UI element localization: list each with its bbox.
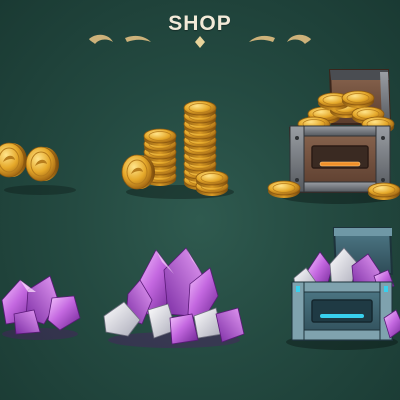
shop-screen: SHOP [0, 0, 400, 400]
coin-stack-icon [121, 100, 234, 199]
shop-item-medium-coins[interactable] [118, 92, 238, 202]
shop-item-small-crystals[interactable] [0, 270, 84, 344]
shop-item-small-coins[interactable] [0, 128, 80, 198]
small-coin-pile-icon [0, 142, 76, 195]
shop-item-crystal-chest[interactable] [280, 224, 400, 354]
ornament-divider [89, 34, 311, 48]
shop-item-medium-crystals[interactable] [98, 244, 248, 354]
coin-chest-icon [267, 69, 400, 204]
crystal-pile-icon [1, 275, 81, 340]
crystal-chest-icon [286, 227, 400, 350]
shop-item-coin-chest[interactable] [267, 66, 400, 206]
crystal-cluster-icon [103, 247, 245, 348]
